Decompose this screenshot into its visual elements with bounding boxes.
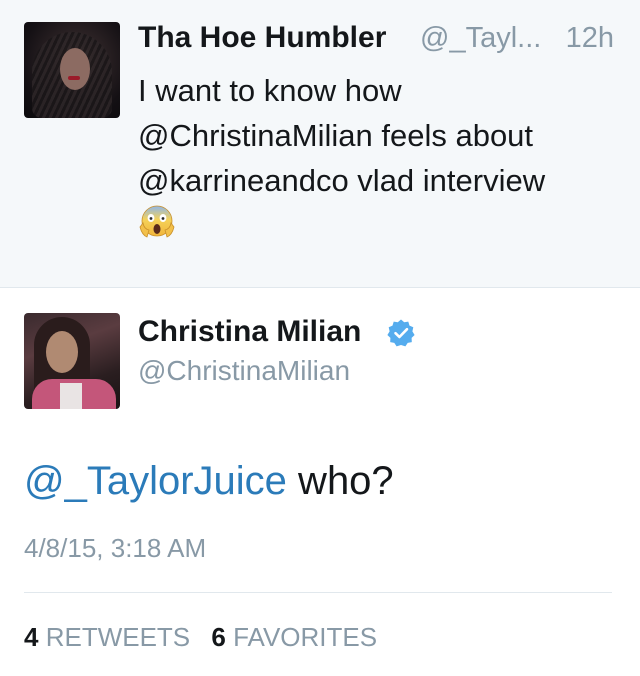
tweet-detail-view: Tha Hoe Humbler @_Tayl... 12h I want to … xyxy=(0,0,640,676)
main-handle[interactable]: @ChristinaMilian xyxy=(138,354,350,388)
favorites-label: FAVORITES xyxy=(233,622,378,652)
main-tweet-text: @_TaylorJuice who? xyxy=(24,456,394,506)
favorites-stat[interactable]: 6 FAVORITES xyxy=(211,622,377,652)
parent-tweet[interactable]: Tha Hoe Humbler @_Tayl... 12h I want to … xyxy=(0,0,640,288)
divider xyxy=(24,592,612,593)
avatar-lips xyxy=(68,76,80,80)
parent-tweet-text: I want to know how @ChristinaMilian feel… xyxy=(138,68,618,203)
verified-badge-icon xyxy=(387,319,415,347)
avatar-face xyxy=(60,48,90,90)
retweets-label: RETWEETS xyxy=(45,622,191,652)
favorites-count: 6 xyxy=(211,622,226,652)
mention-link[interactable]: @_TaylorJuice xyxy=(24,459,287,503)
parent-handle[interactable]: @_Tayl... xyxy=(420,20,541,56)
retweets-count: 4 xyxy=(24,622,39,652)
main-display-name[interactable]: Christina Milian xyxy=(138,314,361,350)
parent-avatar[interactable] xyxy=(24,22,120,118)
tweet-timestamp: 4/8/15, 3:18 AM xyxy=(24,533,207,563)
parent-tweet-header: Tha Hoe Humbler @_Tayl... 12h xyxy=(138,20,618,56)
avatar-shirt xyxy=(60,383,82,409)
tweet-body-text: who? xyxy=(286,459,394,503)
parent-text-line: I want to know how xyxy=(138,73,402,108)
parent-text-line: @karrineandco vlad interview xyxy=(138,163,546,198)
parent-text-line: @ChristinaMilian feels about xyxy=(138,118,534,153)
main-avatar[interactable] xyxy=(24,313,120,409)
parent-timestamp: 12h xyxy=(565,22,614,54)
face-screaming-in-fear-emoji xyxy=(139,205,175,238)
avatar-face xyxy=(46,331,78,373)
retweets-stat[interactable]: 4 RETWEETS xyxy=(24,622,190,652)
parent-display-name[interactable]: Tha Hoe Humbler xyxy=(138,20,386,56)
tweet-stats: 4 RETWEETS 6 FAVORITES xyxy=(24,620,377,654)
